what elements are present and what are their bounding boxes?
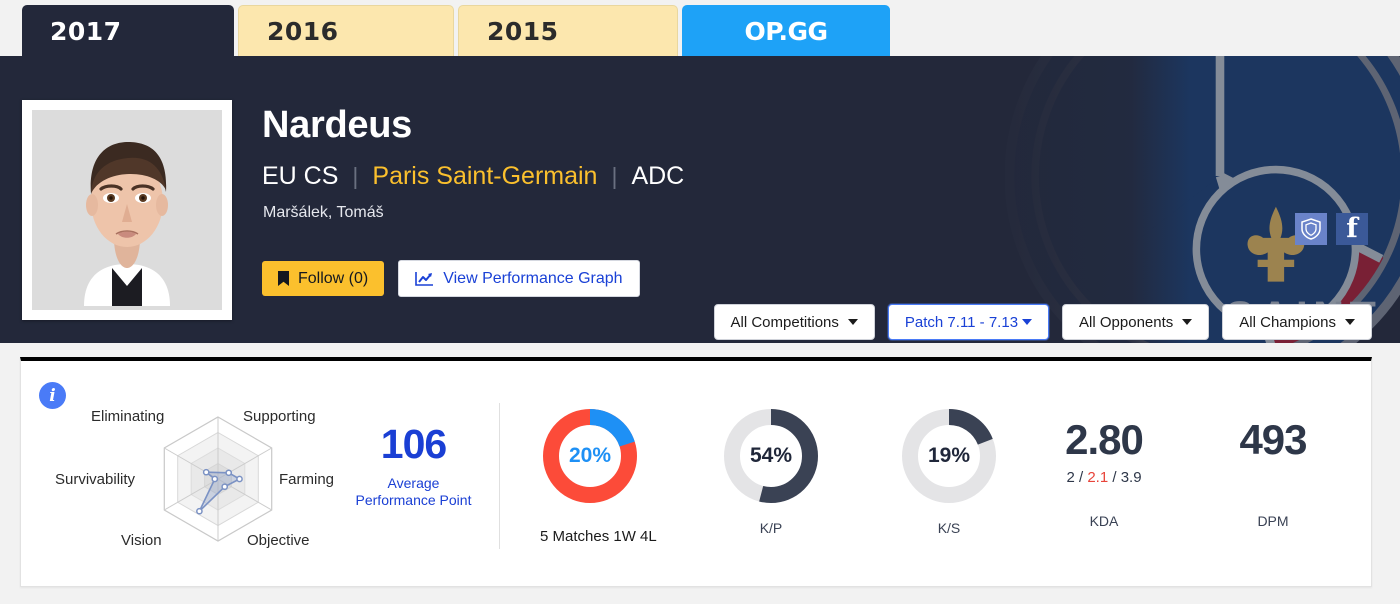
chevron-down-icon	[848, 319, 858, 325]
tab-2015[interactable]: 2015	[458, 5, 678, 57]
stats-summary-card: i	[20, 357, 1372, 587]
tab-opgg[interactable]: OP.GG	[682, 5, 890, 57]
info-icon[interactable]: i	[39, 382, 66, 409]
kda-caption: KDA	[1029, 513, 1179, 529]
kda-stat: 2.80 2 / 2.1 / 3.9 KDA	[1029, 416, 1179, 529]
page-title: Nardeus	[262, 104, 412, 147]
kda-breakdown: 2 / 2.1 / 3.9	[1029, 469, 1179, 486]
kp-value: 54%	[721, 406, 821, 506]
tab-2016[interactable]: 2016	[238, 5, 454, 57]
kda-value: 2.80	[1029, 416, 1179, 464]
ks-stat: 19% K/S	[899, 406, 999, 536]
line-chart-icon	[415, 271, 434, 286]
tab-2017-label: 2017	[50, 17, 122, 46]
header-action-buttons: Follow (0) View Performance Graph	[262, 260, 640, 297]
filter-all-champions-label: All Champions	[1239, 314, 1336, 331]
average-performance-point: 106 Average Performance Point	[346, 421, 481, 509]
average-performance-value: 106	[346, 421, 481, 468]
meta-separator-1: |	[352, 163, 358, 190]
dpm-value: 493	[1198, 416, 1348, 464]
filter-all-competitions-label: All Competitions	[731, 314, 839, 331]
social-links: f	[1295, 213, 1368, 245]
chevron-down-icon	[1022, 319, 1032, 325]
meta-separator-2: |	[611, 163, 617, 190]
player-region: EU CS	[262, 162, 338, 191]
filter-all-competitions[interactable]: All Competitions	[714, 304, 875, 340]
average-performance-caption-line2: Performance Point	[346, 492, 481, 509]
section-divider	[499, 403, 500, 549]
winrate-caption: 5 Matches 1W 4L	[540, 528, 657, 545]
ks-caption: K/S	[899, 520, 999, 536]
filter-bar: All Competitions Patch 7.11 - 7.13 All O…	[0, 304, 1400, 340]
tab-2016-label: 2016	[267, 17, 339, 46]
kp-caption: K/P	[721, 520, 821, 536]
filter-all-opponents-label: All Opponents	[1079, 314, 1173, 331]
tab-2015-label: 2015	[487, 17, 559, 46]
kda-assists: 3.9	[1121, 469, 1142, 486]
player-team[interactable]: Paris Saint-Germain	[372, 162, 597, 191]
view-performance-graph-label: View Performance Graph	[443, 270, 622, 288]
performance-radar-chart: Eliminating Supporting Farming Objective…	[51, 409, 371, 549]
radar-label-farming: Farming	[279, 471, 334, 488]
bookmark-icon	[278, 271, 289, 286]
filter-patch[interactable]: Patch 7.11 - 7.13	[888, 304, 1049, 340]
kda-slash-2: /	[1112, 469, 1116, 486]
winrate-stat: 20% 5 Matches 1W 4L	[540, 406, 657, 545]
dpm-caption: DPM	[1198, 513, 1348, 529]
radar-label-survivability: Survivability	[55, 471, 135, 488]
player-portrait-frame	[22, 100, 232, 320]
average-performance-caption-line1: Average	[346, 475, 481, 492]
radar-label-eliminating: Eliminating	[91, 408, 164, 425]
follow-button-label: Follow (0)	[298, 270, 368, 288]
dpm-stat: 493 DPM	[1198, 416, 1348, 529]
kda-slash-1: /	[1079, 469, 1083, 486]
filter-patch-label: Patch 7.11 - 7.13	[905, 314, 1018, 331]
facebook-glyph: f	[1346, 215, 1358, 242]
player-real-name: Maršálek, Tomáš	[263, 204, 384, 222]
player-portrait-photo	[32, 110, 222, 310]
kda-kills: 2	[1066, 469, 1074, 486]
shield-icon[interactable]	[1295, 213, 1327, 245]
tab-2017[interactable]: 2017	[22, 5, 234, 57]
tab-opgg-label: OP.GG	[744, 17, 827, 46]
filter-all-champions[interactable]: All Champions	[1222, 304, 1372, 340]
filter-all-opponents[interactable]: All Opponents	[1062, 304, 1209, 340]
radar-label-vision: Vision	[121, 532, 162, 549]
radar-label-supporting: Supporting	[243, 408, 316, 425]
year-tab-bar: 2017 2016 2015 OP.GG	[0, 0, 1400, 57]
follow-button[interactable]: Follow (0)	[262, 261, 384, 296]
page-root: 2017 2016 2015 OP.GG SAINT - G	[0, 0, 1400, 604]
facebook-icon[interactable]: f	[1336, 213, 1368, 245]
chevron-down-icon	[1182, 319, 1192, 325]
radar-label-objective: Objective	[247, 532, 310, 549]
player-header-banner: SAINT - G	[0, 56, 1400, 343]
kp-stat: 54% K/P	[721, 406, 821, 536]
chevron-down-icon	[1345, 319, 1355, 325]
player-meta-row: EU CS | Paris Saint-Germain | ADC	[262, 162, 684, 191]
winrate-value: 20%	[540, 406, 640, 506]
kda-deaths: 2.1	[1087, 469, 1108, 486]
ks-value: 19%	[899, 406, 999, 506]
view-performance-graph-button[interactable]: View Performance Graph	[398, 260, 639, 297]
player-role: ADC	[631, 162, 684, 191]
